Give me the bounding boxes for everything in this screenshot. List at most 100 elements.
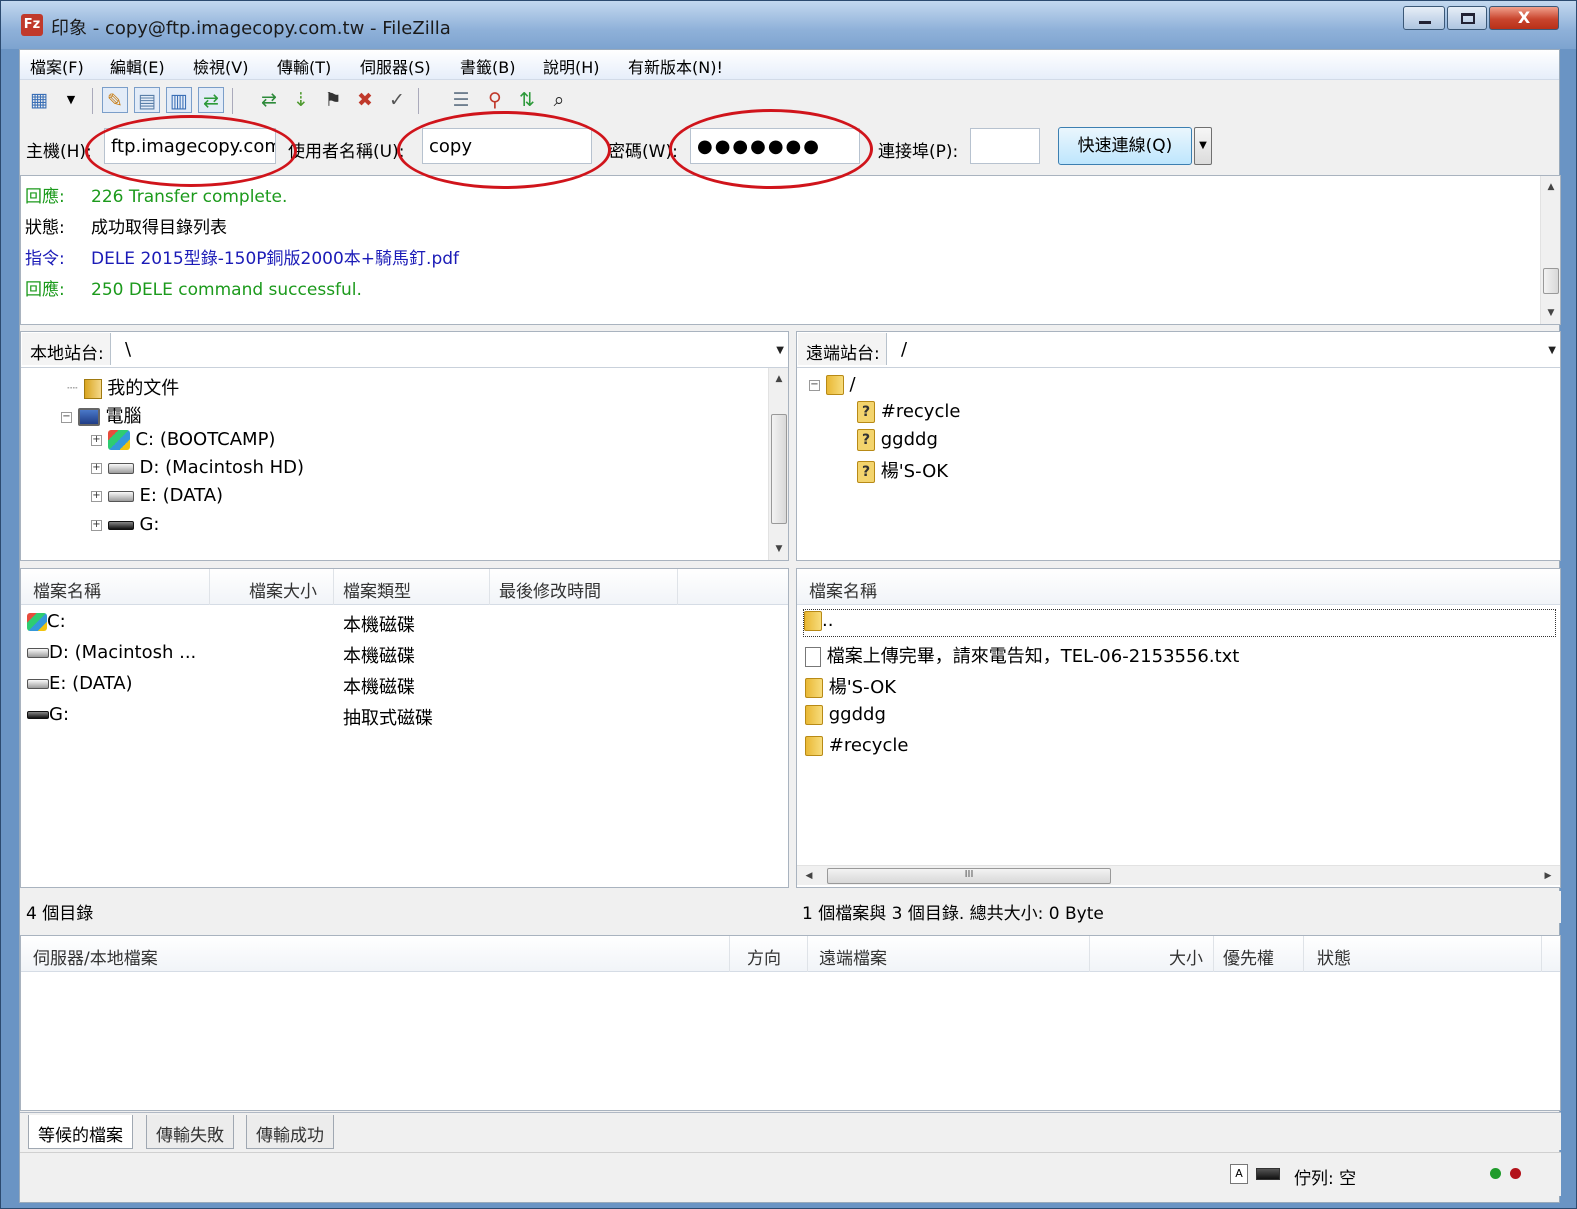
menu-new-version[interactable]: 有新版本(N)! [628,54,723,78]
menu-transfer[interactable]: 傳輸(T) [277,54,331,78]
transfer-mode-icon[interactable]: A [1230,1164,1248,1184]
column-divider[interactable] [1213,936,1214,972]
tab-failed-transfers[interactable]: 傳輸失敗 [146,1115,234,1149]
scroll-right-icon[interactable]: ▶ [1538,866,1558,886]
compare-dirs-icon[interactable]: ⇅ [514,87,540,113]
cancel-icon[interactable]: ⚑ [320,87,346,113]
scroll-down-icon[interactable]: ▼ [1541,304,1561,322]
column-divider[interactable] [1303,936,1304,972]
tab-successful-transfers[interactable]: 傳輸成功 [246,1115,334,1149]
list-item[interactable]: #recycle [805,735,908,756]
list-item[interactable]: 楊'S-OK [805,673,896,699]
toggle-queue-icon[interactable]: ⇄ [198,87,224,113]
tree-item-drive-g[interactable]: + G: [91,514,159,535]
toggle-remote-tree-icon[interactable]: ▥ [166,87,192,113]
column-divider[interactable] [1541,936,1542,972]
refresh-icon[interactable]: ⇄ [256,87,282,113]
scroll-thumb[interactable] [771,414,787,524]
scroll-thumb[interactable]: III [827,868,1111,884]
host-input[interactable]: ftp.imagecopy.com.tw [104,128,276,164]
local-path-input[interactable]: \ [125,339,131,360]
column-priority[interactable]: 優先權 [1223,944,1274,969]
column-divider[interactable] [807,936,808,972]
expand-icon[interactable]: + [91,462,102,474]
quickconnect-history-dropdown-icon[interactable]: ▼ [1194,127,1212,165]
toggle-log-icon[interactable]: ✎ [102,87,128,113]
tree-item-ggddg[interactable]: ? ggddg [857,429,938,451]
tree-item-recycle[interactable]: ? #recycle [857,401,960,423]
scroll-up-icon[interactable]: ▲ [1541,178,1561,196]
title-bar[interactable]: Fz 印象 - copy@ftp.imagecopy.com.tw - File… [1,1,1576,49]
column-divider[interactable] [729,936,730,972]
scroll-down-icon[interactable]: ▼ [769,540,788,558]
list-item[interactable]: C: [27,611,66,632]
scroll-up-icon[interactable]: ▲ [769,370,788,388]
binary-mode-icon[interactable] [1256,1168,1280,1180]
local-tree-scrollbar[interactable]: ▲ ▼ [768,368,788,560]
remote-list-hscrollbar[interactable]: ◀ III ▶ [797,865,1560,885]
site-manager-dropdown-icon[interactable]: ▼ [58,87,84,113]
tree-item-computer[interactable]: − 電腦 [61,402,141,428]
menu-file[interactable]: 檔案(F) [30,54,84,78]
column-size[interactable]: 大小 [1169,944,1203,969]
process-queue-icon[interactable]: ⇣ [288,87,314,113]
column-divider[interactable] [333,569,334,605]
column-divider[interactable] [1089,936,1090,972]
search-icon[interactable]: ⌕ [546,87,572,113]
username-input[interactable]: copy [422,128,592,164]
menu-help[interactable]: 說明(H) [543,54,600,78]
column-divider[interactable] [489,569,490,605]
quickconnect-button[interactable]: 快速連線(Q) [1058,127,1192,165]
toggle-local-tree-icon[interactable]: ▤ [134,87,160,113]
menu-view[interactable]: 檢視(V) [193,54,248,78]
list-item[interactable]: G: [27,704,69,725]
remote-path-input[interactable]: / [901,339,907,360]
expand-icon[interactable]: + [91,519,102,531]
column-modified[interactable]: 最後修改時間 [499,577,601,602]
column-divider[interactable] [209,569,210,605]
password-input[interactable]: ●●●●●●● [690,128,860,164]
tree-item-root[interactable]: − / [809,374,856,395]
column-filename[interactable]: 檔案名稱 [809,577,877,602]
list-item[interactable]: ggddg [805,704,886,725]
column-filename[interactable]: 檔案名稱 [33,577,101,602]
expand-icon[interactable]: + [91,490,102,502]
column-local-file[interactable]: 伺服器/本地檔案 [33,944,158,969]
directory-listing-filter-icon[interactable]: ☰ [448,87,474,113]
list-item[interactable]: E: (DATA) [27,673,133,694]
menu-bookmarks[interactable]: 書籤(B) [460,54,515,78]
tree-item-yang-s-ok[interactable]: ? 楊'S-OK [857,457,948,483]
log-scrollbar[interactable]: ▲ ▼ [1540,176,1560,324]
list-item[interactable]: 檔案上傳完畢，請來電告知，TEL-06-2153556.txt [805,642,1239,668]
column-direction[interactable]: 方向 [747,944,781,969]
tree-item-drive-c[interactable]: + C: (BOOTCAMP) [91,429,275,450]
column-remote-file[interactable]: 遠端檔案 [819,944,887,969]
collapse-icon[interactable]: − [809,379,820,391]
column-status[interactable]: 狀態 [1317,944,1351,969]
column-divider[interactable] [677,569,678,605]
column-filetype[interactable]: 檔案類型 [343,577,411,602]
scroll-left-icon[interactable]: ◀ [799,866,819,886]
reconnect-icon[interactable]: ✓ [384,87,410,113]
maximize-button[interactable] [1447,6,1487,30]
close-button[interactable]: X [1489,6,1559,30]
tree-item-drive-d[interactable]: + D: (Macintosh HD) [91,457,304,478]
local-path-dropdown-icon[interactable]: ▼ [776,345,784,356]
collapse-icon[interactable]: − [61,411,72,423]
remote-path-dropdown-icon[interactable]: ▼ [1548,345,1556,356]
scroll-thumb[interactable] [1543,268,1559,294]
tree-item-documents[interactable]: ┈ 我的文件 [67,374,179,400]
menu-edit[interactable]: 編輯(E) [110,54,165,78]
sync-browsing-icon[interactable]: ⚲ [482,87,508,113]
menu-server[interactable]: 伺服器(S) [360,54,431,78]
tab-queued-files[interactable]: 等候的檔案 [28,1115,133,1149]
list-item[interactable]: D: (Macintosh ... [27,642,196,663]
tree-item-drive-e[interactable]: + E: (DATA) [91,485,223,506]
port-input[interactable] [970,128,1040,164]
minimize-button[interactable] [1403,6,1445,30]
expand-icon[interactable]: + [91,434,102,446]
site-manager-icon[interactable]: ▦ [26,87,52,113]
disconnect-icon[interactable]: ✖ [352,87,378,113]
column-filesize[interactable]: 檔案大小 [249,577,317,602]
list-item[interactable]: .. [803,609,1556,637]
